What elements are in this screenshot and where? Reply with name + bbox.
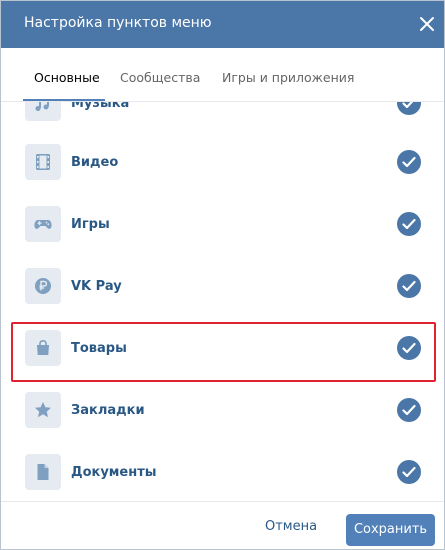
menu-items-list: Музыка Видео Игры VK Pay Товары Закладки… — [1, 102, 444, 492]
active-tab-indicator — [23, 99, 105, 101]
cancel-button[interactable]: Отмена — [265, 519, 317, 535]
close-button[interactable] — [416, 13, 438, 35]
star-icon — [25, 392, 61, 428]
menu-item-label: Товары — [71, 341, 127, 356]
video-icon — [25, 144, 61, 180]
menu-item-video[interactable]: Видео — [1, 132, 444, 194]
check-toggle[interactable] — [397, 212, 421, 236]
menu-item-label: Закладки — [71, 403, 145, 418]
music-icon — [25, 102, 61, 121]
tab-main[interactable]: Основные — [34, 70, 100, 86]
menu-item-games[interactable]: Игры — [1, 194, 444, 256]
check-toggle[interactable] — [397, 274, 421, 298]
dialog-footer: Отмена Сохранить — [1, 501, 444, 549]
close-icon — [420, 17, 434, 31]
menu-item-label: Документы — [71, 465, 157, 480]
tab-bar: Основные Сообщества Игры и приложения — [1, 48, 444, 102]
check-toggle[interactable] — [397, 398, 421, 422]
checkmark-icon — [402, 342, 416, 354]
tab-games-apps[interactable]: Игры и приложения — [222, 70, 354, 86]
tab-communities[interactable]: Сообщества — [120, 70, 200, 86]
shopping-bag-icon — [25, 330, 61, 366]
document-icon — [25, 454, 61, 490]
check-toggle[interactable] — [397, 336, 421, 360]
checkmark-icon — [402, 102, 414, 109]
menu-item-label: Игры — [71, 217, 110, 232]
menu-settings-dialog: Настройка пунктов меню Основные Сообщест… — [0, 0, 445, 550]
checkmark-icon — [402, 218, 416, 230]
gamepad-icon — [25, 206, 61, 242]
menu-item-goods[interactable]: Товары — [1, 318, 444, 380]
check-toggle[interactable] — [397, 102, 421, 115]
menu-item-music[interactable]: Музыка — [1, 102, 444, 135]
checkmark-icon — [402, 466, 416, 478]
menu-item-vk-pay[interactable]: VK Pay — [1, 256, 444, 318]
menu-item-documents[interactable]: Документы — [1, 442, 444, 492]
dialog-header: Настройка пунктов меню — [1, 1, 444, 48]
checkmark-icon — [402, 156, 416, 168]
menu-item-label: VK Pay — [71, 279, 122, 294]
checkmark-icon — [402, 280, 416, 292]
save-button[interactable]: Сохранить — [346, 514, 435, 546]
menu-item-label: Музыка — [71, 102, 130, 111]
ruble-coin-icon — [25, 268, 61, 304]
check-toggle[interactable] — [397, 460, 421, 484]
menu-item-label: Видео — [71, 155, 119, 170]
check-toggle[interactable] — [397, 150, 421, 174]
dialog-title: Настройка пунктов меню — [24, 15, 212, 31]
menu-item-bookmarks[interactable]: Закладки — [1, 380, 444, 442]
checkmark-icon — [402, 404, 416, 416]
